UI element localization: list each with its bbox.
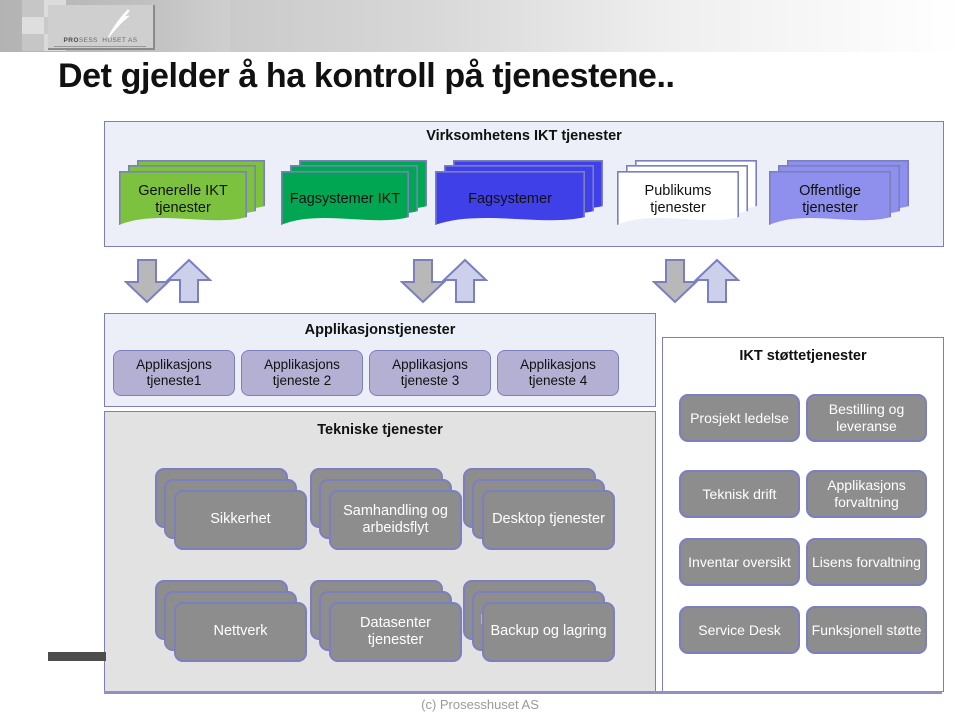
app-service-box-4[interactable]: Applikasjons tjeneste 4 xyxy=(497,350,619,396)
tech-stack-sikkerhet[interactable]: Sikkerhet Sikkerhet Sikkerhet xyxy=(155,468,307,550)
doc-label: Generelle IKT tjenester xyxy=(138,182,228,216)
panel-ikt-stottetjenester: IKT støttetjenester Prosjekt ledelse Bes… xyxy=(662,337,944,692)
tech-card-front[interactable]: Datasenter tjenester xyxy=(329,602,462,662)
footer-copyright: (c) Prosesshuset AS xyxy=(421,697,539,712)
doc-label: Fagsystemer IKT xyxy=(289,191,401,208)
doc-label: Offentlige tjenester xyxy=(799,182,861,216)
support-box-inventar-oversikt[interactable]: Inventar oversikt xyxy=(679,538,800,586)
support-box-teknisk-drift[interactable]: Teknisk drift xyxy=(679,470,800,518)
arrow-up-icon xyxy=(166,258,212,303)
tech-stack-samhandling-og-arbeidsflyt[interactable]: Samhandling og arbeidsflyt Samhandling o… xyxy=(310,468,462,550)
footer-divider xyxy=(104,691,942,694)
arrow-connector-row xyxy=(104,255,942,307)
doc-front[interactable]: Fagsystemer xyxy=(435,171,585,229)
doc-front[interactable]: Offentlige tjenester xyxy=(769,171,891,229)
panel-virksomhetens-ikt-tjenester: Virksomhetens IKT tjenester Generelle IK… xyxy=(104,121,944,247)
header-band: PROSESS HUSET AS xyxy=(0,0,960,52)
panel-tekniske-tjenester: Tekniske tjenester Sikkerhet Sikkerhet S… xyxy=(104,411,656,692)
arrow-up-icon xyxy=(694,258,740,303)
app-service-box-1[interactable]: Applikasjons tjeneste1 xyxy=(113,350,235,396)
panel-title-top: Virksomhetens IKT tjenester xyxy=(426,128,622,144)
tech-card-front[interactable]: Sikkerhet xyxy=(174,490,307,550)
page-title: Det gjelder å ha kontroll på tjenestene.… xyxy=(58,57,675,95)
support-box-lisens-forvaltning[interactable]: Lisens forvaltning xyxy=(806,538,927,586)
logo-prefix: PRO xyxy=(63,37,79,44)
tech-card-front[interactable]: Backup og lagring xyxy=(482,602,615,662)
arrow-down-icon xyxy=(652,259,698,304)
tech-card-front[interactable]: Nettverk xyxy=(174,602,307,662)
support-box-bestilling-og-leveranse[interactable]: Bestilling og leveranse xyxy=(806,394,927,442)
panel-title-app: Applikasjonstjenester xyxy=(304,322,456,338)
logo-suffix: HUSET AS xyxy=(102,37,138,44)
logo-rest: SESS xyxy=(78,37,98,44)
arrow-down-icon xyxy=(400,259,446,304)
tech-stack-backup-og-lagring[interactable]: Backup og lagring Backup og lagring Back… xyxy=(463,580,615,662)
arrow-down-icon xyxy=(124,259,170,304)
panel-applikasjonstjenester: Applikasjonstjenester Applikasjons tjene… xyxy=(104,313,656,407)
app-service-box-2[interactable]: Applikasjons tjeneste 2 xyxy=(241,350,363,396)
doc-stack-fagsystemer-ikt[interactable]: Fagsystemer IKT xyxy=(281,160,427,232)
tech-card-front[interactable]: Samhandling og arbeidsflyt xyxy=(329,490,462,550)
support-box-funksjonell-stotte[interactable]: Funksjonell støtte xyxy=(806,606,927,654)
up-arrow-icon xyxy=(107,9,130,39)
doc-front[interactable]: Generelle IKT tjenester xyxy=(119,171,247,229)
doc-front[interactable]: Publikums tjenester xyxy=(617,171,739,229)
doc-label: Fagsystemer xyxy=(468,191,552,208)
panel-title-support: IKT støttetjenester xyxy=(739,348,867,364)
tech-stack-nettverk[interactable]: Nettverk Nettverk Nettverk xyxy=(155,580,307,662)
support-box-service-desk[interactable]: Service Desk xyxy=(679,606,800,654)
support-box-prosjekt-ledelse[interactable]: Prosjekt ledelse xyxy=(679,394,800,442)
company-logo: PROSESS HUSET AS xyxy=(48,5,155,50)
doc-stack-offentlige-tjenester[interactable]: Offentlige tjenester xyxy=(769,160,909,232)
doc-stack-publikums-tjenester[interactable]: Publikums tjenester xyxy=(617,160,757,232)
left-accent-bar xyxy=(48,652,106,661)
tech-stack-datasenter-tjenester[interactable]: Datasenter tjenester Datasenter tjeneste… xyxy=(310,580,462,662)
doc-label: Publikums tjenester xyxy=(644,182,712,216)
logo-underline xyxy=(54,46,146,47)
doc-front[interactable]: Fagsystemer IKT xyxy=(281,171,409,229)
doc-stack-generelle-ikt-tjenester[interactable]: Generelle IKT tjenester xyxy=(119,160,265,232)
logo-wordmark: PROSESS HUSET AS xyxy=(48,37,153,44)
app-service-box-3[interactable]: Applikasjons tjeneste 3 xyxy=(369,350,491,396)
support-box-applikasjons-forvaltning[interactable]: Applikasjons forvaltning xyxy=(806,470,927,518)
arrow-up-icon xyxy=(442,258,488,303)
panel-title-tek: Tekniske tjenester xyxy=(317,422,443,438)
tech-card-front[interactable]: Desktop tjenester xyxy=(482,490,615,550)
tech-stack-desktop-tjenester[interactable]: Desktop tjenester Desktop tjenester Desk… xyxy=(463,468,615,550)
doc-stack-fagsystemer[interactable]: Fagsystemer xyxy=(435,160,603,232)
